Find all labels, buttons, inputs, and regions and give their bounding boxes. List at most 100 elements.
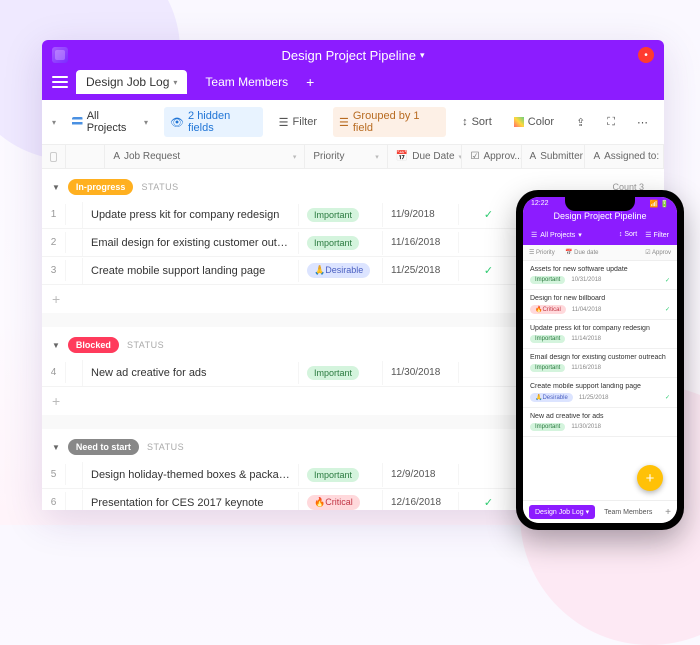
sort-button[interactable]: ↕Sort <box>456 113 498 131</box>
status-label: STATUS <box>127 340 164 350</box>
mobile-record-card[interactable]: Create mobile support landing page 🙏Desi… <box>523 378 677 408</box>
group-button[interactable]: ☰Grouped by 1 field <box>333 107 446 137</box>
status-bar <box>66 490 83 511</box>
mobile-view-selector[interactable]: ☰ All Projects ▾ <box>531 231 582 239</box>
status-bar <box>66 230 83 256</box>
job-request-cell[interactable]: Presentation for CES 2017 keynote <box>83 492 299 511</box>
mobile-due: 11/14/2018 <box>571 336 601 342</box>
due-date-cell[interactable]: 11/16/2018 <box>383 232 459 253</box>
color-button[interactable]: Color <box>508 113 560 131</box>
mobile-due: 10/31/2018 <box>571 277 601 283</box>
more-button[interactable]: ⋯ <box>631 113 654 132</box>
base-title[interactable]: Design Project Pipeline <box>282 48 416 63</box>
status-pill: In-progress <box>68 179 134 195</box>
mobile-add-tab[interactable]: + <box>665 507 671 518</box>
notification-badge[interactable]: • <box>638 47 654 63</box>
status-pill: Blocked <box>68 337 119 353</box>
mobile-priority-pill: Important <box>530 423 565 431</box>
row-number: 1 <box>42 204 66 225</box>
mobile-signal-icon: 📶 🔋 <box>650 200 669 208</box>
mobile-record-card[interactable]: Design for new billboard 🔥Critical11/04/… <box>523 290 677 320</box>
approved-cell[interactable] <box>459 470 519 480</box>
collapse-views-icon[interactable]: ▾ <box>52 118 56 127</box>
priority-cell[interactable]: 🔥Critical <box>299 490 383 510</box>
status-bar <box>66 360 83 386</box>
share-button[interactable]: ⇪ <box>570 113 591 132</box>
menu-icon[interactable] <box>52 76 68 88</box>
mobile-preview: 12:22 📶 🔋 Design Project Pipeline ☰ All … <box>516 190 684 530</box>
filter-button[interactable]: ☰Filter <box>273 113 323 132</box>
col-priority[interactable]: Priority▾ <box>305 145 387 168</box>
priority-cell[interactable]: Important <box>299 203 383 227</box>
mobile-record-card[interactable]: Email design for existing customer outre… <box>523 349 677 378</box>
row-number: 5 <box>42 464 66 485</box>
row-number: 4 <box>42 362 66 383</box>
approved-cell[interactable] <box>459 368 519 378</box>
status-bar <box>66 258 83 284</box>
priority-cell[interactable]: Important <box>299 463 383 487</box>
due-date-cell[interactable]: 11/30/2018 <box>383 362 459 383</box>
status-pill: Need to start <box>68 439 139 455</box>
due-date-cell[interactable]: 11/9/2018 <box>383 204 459 225</box>
approved-cell[interactable]: ✓ <box>459 491 519 510</box>
approved-cell[interactable]: ✓ <box>459 203 519 226</box>
approved-cell[interactable] <box>459 238 519 248</box>
mobile-approved-icon: ✓ <box>665 277 670 284</box>
mobile-due: 11/30/2018 <box>571 424 601 430</box>
tab-team-members[interactable]: Team Members <box>195 70 298 94</box>
job-request-cell[interactable]: New ad creative for ads <box>83 362 299 384</box>
app-logo-icon <box>52 47 68 63</box>
mobile-add-button[interactable]: + <box>637 465 663 491</box>
mobile-due: 11/04/2018 <box>572 307 602 313</box>
mobile-priority-pill: 🙏Desirable <box>530 393 573 402</box>
mobile-record-card[interactable]: Assets for new software update Important… <box>523 261 677 290</box>
expand-button[interactable]: ⛶ <box>601 113 621 132</box>
row-number: 6 <box>42 492 66 510</box>
mobile-record-card[interactable]: Update press kit for company redesign Im… <box>523 320 677 349</box>
mobile-tab-other[interactable]: Team Members <box>600 506 656 519</box>
job-request-cell[interactable]: Update press kit for company redesign <box>83 204 299 226</box>
hidden-fields-button[interactable]: 👁2 hidden fields <box>164 107 263 137</box>
col-assigned[interactable]: A Assigned to:▾ <box>585 145 664 168</box>
mobile-card-title: Assets for new software update <box>530 266 670 273</box>
mobile-priority-pill: Important <box>530 276 565 284</box>
mobile-approved-icon: ✓ <box>665 394 670 401</box>
status-label: STATUS <box>141 182 178 192</box>
mobile-card-title: New ad creative for ads <box>530 413 670 420</box>
mobile-priority-pill: 🔥Critical <box>530 305 566 314</box>
due-date-cell[interactable]: 12/9/2018 <box>383 464 459 485</box>
row-number: 3 <box>42 260 66 281</box>
add-tab-button[interactable]: + <box>306 74 314 90</box>
mobile-due: 11/16/2018 <box>571 365 601 371</box>
view-selector[interactable]: All Projects▾ <box>66 107 154 137</box>
col-due-date[interactable]: 📅 Due Date▾ <box>388 145 463 168</box>
mobile-record-card[interactable]: New ad creative for ads Important 11/30/2… <box>523 408 677 437</box>
mobile-sort-button[interactable]: ↕ Sort <box>619 231 637 239</box>
mobile-card-title: Email design for existing customer outre… <box>530 354 670 361</box>
mobile-columns: ☰ Priority 📅 Due date ☑ Approv <box>523 245 677 261</box>
status-bar <box>66 462 83 488</box>
col-job-request[interactable]: AJob Request▾ <box>105 145 305 168</box>
titlebar: Design Project Pipeline▾ • <box>42 40 664 70</box>
job-request-cell[interactable]: Create mobile support landing page <box>83 260 299 282</box>
mobile-due: 11/25/2018 <box>579 395 609 401</box>
tab-design-job-log[interactable]: Design Job Log▾ <box>76 70 187 94</box>
job-request-cell[interactable]: Email design for existing customer outre… <box>83 232 299 254</box>
col-submitter[interactable]: A Submitter▾ <box>522 145 586 168</box>
mobile-card-title: Update press kit for company redesign <box>530 325 670 332</box>
priority-cell[interactable]: Important <box>299 361 383 385</box>
due-date-cell[interactable]: 11/25/2018 <box>383 260 459 281</box>
priority-cell[interactable]: 🙏Desirable <box>299 258 383 283</box>
mobile-tab-active[interactable]: Design Job Log ▾ <box>529 505 595 519</box>
row-number: 2 <box>42 232 66 253</box>
col-approved[interactable]: ☑ Approv...▾ <box>462 145 521 168</box>
mobile-priority-pill: Important <box>530 364 565 372</box>
column-header-row: AJob Request▾ Priority▾ 📅 Due Date▾ ☑ Ap… <box>42 145 664 169</box>
mobile-filter-button[interactable]: ☰ Filter <box>645 231 669 239</box>
due-date-cell[interactable]: 12/16/2018 <box>383 492 459 510</box>
approved-cell[interactable]: ✓ <box>459 259 519 282</box>
mobile-approved-icon: ✓ <box>665 306 670 313</box>
select-all-checkbox[interactable] <box>42 145 66 168</box>
job-request-cell[interactable]: Design holiday-themed boxes & packaging <box>83 464 299 486</box>
priority-cell[interactable]: Important <box>299 231 383 255</box>
